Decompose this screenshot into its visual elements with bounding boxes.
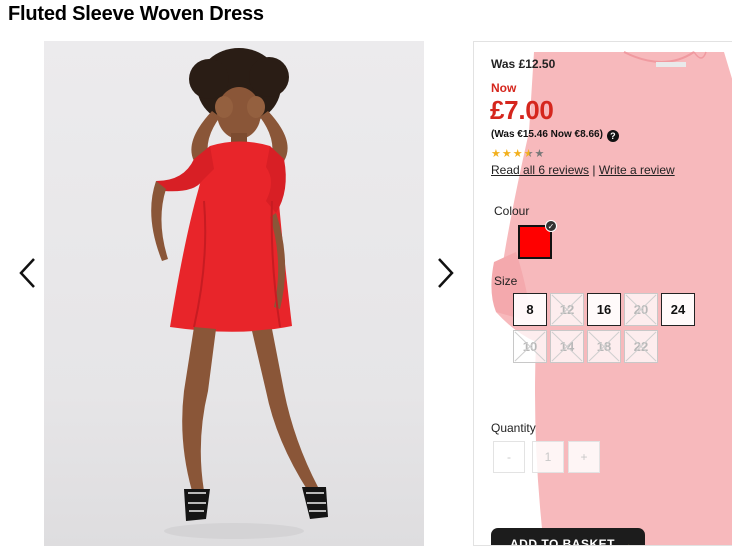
- size-option-22[interactable]: 22: [624, 330, 658, 363]
- write-review-link[interactable]: Write a review: [599, 163, 675, 177]
- euro-price-text: (Was €15.46 Now €8.66): [491, 129, 603, 140]
- star-icon: ★: [491, 148, 502, 160]
- quantity-increase-button[interactable]: +: [568, 441, 600, 473]
- star-icon: ★: [512, 148, 524, 160]
- add-to-basket-button[interactable]: ADD TO BASKET →: [491, 528, 645, 546]
- size-label: Size: [494, 274, 518, 288]
- reviews-separator: |: [592, 163, 596, 177]
- chevron-left-icon[interactable]: [17, 256, 39, 290]
- size-option-14[interactable]: 14: [550, 330, 584, 363]
- colour-label: Colour: [494, 204, 530, 218]
- star-icon: ★: [501, 148, 513, 160]
- size-option-16[interactable]: 16: [587, 293, 621, 326]
- star-icon: ★: [534, 148, 546, 160]
- quantity-input[interactable]: 1: [532, 441, 564, 473]
- arrow-right-icon: →: [620, 537, 634, 546]
- chevron-right-icon[interactable]: [434, 256, 456, 290]
- colour-swatch-red[interactable]: ✓: [518, 220, 557, 259]
- size-option-20[interactable]: 20: [624, 293, 658, 326]
- star-icon: ★: [523, 148, 535, 160]
- check-icon: ✓: [545, 220, 557, 232]
- quantity-decrease-button[interactable]: -: [493, 441, 525, 473]
- model-in-red-dress-image: [151, 48, 328, 539]
- was-price: Was £12.50: [491, 57, 556, 71]
- now-label: Now: [491, 81, 517, 95]
- product-details-panel: Was £12.50 Now £7.00 (Was €15.46 Now €8.…: [473, 41, 732, 546]
- product-image[interactable]: [44, 41, 424, 546]
- quantity-label: Quantity: [491, 421, 536, 435]
- current-price: £7.00: [490, 95, 554, 125]
- size-option-12[interactable]: 12: [550, 293, 584, 326]
- read-reviews-link[interactable]: Read all 6 reviews: [491, 163, 589, 177]
- product-page: Fluted Sleeve Woven Dress Was £12.50 Now…: [0, 0, 732, 546]
- star-rating: ★★★★★: [491, 147, 545, 160]
- add-to-basket-label: ADD TO BASKET: [510, 537, 615, 546]
- size-option-8[interactable]: 8: [513, 293, 547, 326]
- size-option-10[interactable]: 10: [513, 330, 547, 363]
- question-icon[interactable]: ?: [606, 130, 619, 142]
- euro-price: (Was €15.46 Now €8.66)?: [491, 129, 619, 142]
- size-option-24[interactable]: 24: [661, 293, 695, 326]
- product-title: Fluted Sleeve Woven Dress: [8, 3, 264, 25]
- size-option-18[interactable]: 18: [587, 330, 621, 363]
- reviews-links: Read all 6 reviews | Write a review: [491, 163, 675, 177]
